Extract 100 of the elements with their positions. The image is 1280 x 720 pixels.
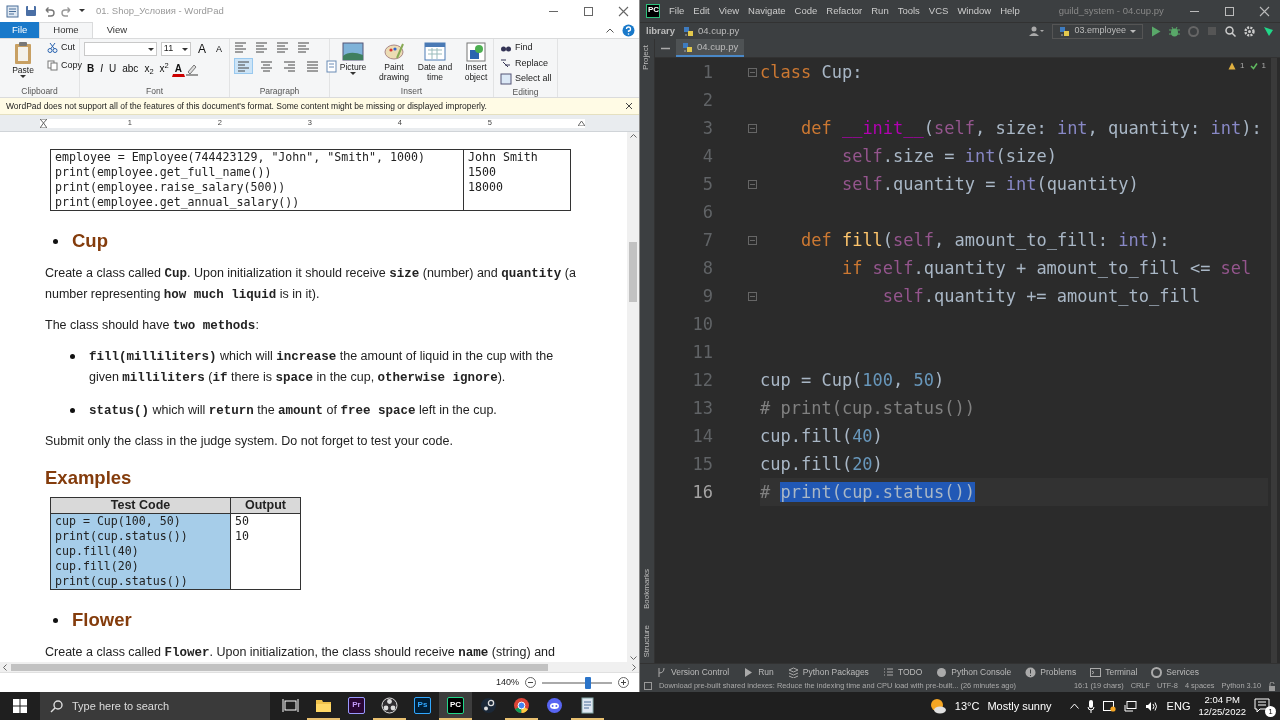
menu-item[interactable]: Refactor: [826, 3, 863, 19]
microphone-icon[interactable]: [1086, 699, 1095, 713]
text-style-button[interactable]: B: [84, 61, 98, 77]
menu-item[interactable]: View: [718, 3, 740, 19]
language-indicator[interactable]: ENG: [1166, 697, 1191, 715]
insert-date-button[interactable]: Date and time: [416, 41, 454, 85]
insert-picture-button[interactable]: Picture: [334, 41, 372, 85]
menu-item[interactable]: Tools: [897, 3, 920, 19]
menu-item[interactable]: Code: [794, 3, 818, 19]
menu-item[interactable]: Window: [957, 3, 992, 19]
shrink-font-button[interactable]: A: [213, 41, 225, 57]
ribbon-tab[interactable]: Home: [39, 22, 93, 38]
scroll-up-icon[interactable]: [629, 134, 637, 138]
font-name-field[interactable]: [84, 42, 157, 56]
font-size-field[interactable]: 11: [160, 42, 191, 56]
code-line: self.size = int(size): [841, 145, 1057, 168]
tool-window-button[interactable]: Python Packages: [787, 665, 869, 679]
file-menu-button[interactable]: File: [0, 22, 40, 38]
help-icon[interactable]: [622, 23, 635, 37]
fold-marker-icon[interactable]: [748, 123, 757, 133]
inspection-count[interactable]: 1: [1228, 60, 1245, 72]
menu-item[interactable]: File: [669, 3, 685, 19]
font-color-button[interactable]: A: [171, 61, 185, 77]
clock[interactable]: 2:04 PM 12/25/2022: [1198, 694, 1246, 718]
taskbar-app-button[interactable]: Ps: [406, 692, 439, 720]
paste-button[interactable]: Paste: [4, 41, 42, 85]
redo-icon[interactable]: [61, 5, 73, 17]
undo-icon[interactable]: [43, 5, 55, 17]
highlighter-icon[interactable]: [184, 62, 199, 76]
grow-font-button[interactable]: A: [194, 41, 209, 57]
settings-icon[interactable]: [1244, 25, 1255, 37]
inspection-count[interactable]: 1: [1249, 60, 1266, 72]
fold-marker-icon[interactable]: [748, 67, 757, 77]
taskbar-app-button[interactable]: PC: [439, 692, 472, 720]
tool-window-button[interactable]: Services: [1151, 665, 1199, 679]
text-style-button[interactable]: I: [97, 61, 106, 77]
network-icon[interactable]: [1123, 700, 1137, 712]
maximize-button[interactable]: [1224, 5, 1235, 17]
breadcrumb-item[interactable]: 04.cup.py: [683, 23, 740, 39]
search-icon[interactable]: [1225, 25, 1236, 37]
editor-tab[interactable]: 04.cup.py: [676, 39, 745, 57]
lock-icon[interactable]: [1268, 681, 1276, 691]
replace-button[interactable]: Replace: [498, 56, 553, 70]
fold-marker-icon[interactable]: [748, 291, 757, 301]
find-button[interactable]: Find: [498, 41, 553, 55]
tool-window-button[interactable]: Terminal: [1090, 665, 1138, 679]
zoom-out-button[interactable]: [525, 677, 536, 688]
menu-item[interactable]: Navigate: [748, 3, 786, 19]
close-button[interactable]: [1259, 5, 1270, 17]
text-style-button[interactable]: x$^{2}$: [156, 61, 172, 77]
bug-icon[interactable]: [1169, 25, 1180, 37]
zoom-slider-thumb[interactable]: [585, 676, 592, 689]
notification-icon[interactable]: [644, 682, 652, 690]
fold-marker-icon[interactable]: [748, 235, 757, 245]
scroll-down-icon[interactable]: [629, 656, 637, 660]
collapse-ribbon-icon[interactable]: [606, 27, 614, 33]
run-configuration-select[interactable]: 03.employee: [1052, 23, 1143, 39]
scroll-right-icon[interactable]: [632, 663, 636, 671]
indent-marker-icon[interactable]: [40, 118, 47, 128]
insert-paint-button[interactable]: Paint drawing: [375, 41, 413, 85]
close-button[interactable]: [618, 5, 629, 17]
scrollbar-thumb[interactable]: [629, 242, 637, 302]
tool-window-button[interactable]: Problems: [1025, 665, 1077, 679]
right-indent-marker-icon[interactable]: [578, 120, 585, 126]
tool-window-button[interactable]: Run: [743, 665, 774, 679]
taskbar-app-button[interactable]: Pr: [340, 692, 373, 720]
menu-item[interactable]: Edit: [693, 3, 710, 19]
scroll-left-icon[interactable]: [3, 663, 7, 671]
menu-item[interactable]: VCS: [928, 3, 949, 19]
horizontal-scrollbar[interactable]: [0, 662, 639, 672]
tool-window-button[interactable]: Python Console: [936, 665, 1012, 679]
text-style-button[interactable]: abc: [119, 61, 142, 77]
close-icon[interactable]: [625, 102, 633, 110]
search-field[interactable]: Type here to search: [40, 692, 270, 720]
menu-item[interactable]: Run: [871, 3, 889, 19]
breadcrumb-item[interactable]: library: [646, 23, 676, 39]
vertical-scrollbar[interactable]: [627, 132, 639, 662]
user-icon[interactable]: [1029, 26, 1045, 36]
text-style-button[interactable]: x$_{2}$: [141, 61, 157, 77]
save-icon[interactable]: [25, 5, 37, 17]
select-all-button[interactable]: Select all: [498, 72, 553, 86]
text-style-button[interactable]: U: [106, 61, 120, 77]
scrollbar-thumb[interactable]: [11, 663, 548, 671]
cut-button[interactable]: Cut: [45, 41, 84, 55]
run-icon[interactable]: [1151, 25, 1161, 37]
fold-marker-icon[interactable]: [748, 179, 757, 189]
tool-window-button[interactable]: Version Control: [656, 665, 730, 679]
tool-window-tab[interactable]: Project: [640, 45, 652, 70]
ribbon-tab[interactable]: View: [92, 22, 142, 38]
maximize-button[interactable]: [583, 5, 594, 17]
tool-window-tab[interactable]: Bookmarks: [641, 568, 653, 609]
show-hidden-icons-icon[interactable]: [1069, 703, 1079, 709]
zoom-in-button[interactable]: [618, 677, 629, 688]
insert-object-button[interactable]: Insert object: [457, 41, 495, 85]
tool-window-button[interactable]: TODO: [882, 665, 923, 679]
copy-button[interactable]: Copy: [45, 58, 84, 72]
tool-window-tab[interactable]: Structure: [641, 624, 653, 657]
customize-caret-icon[interactable]: [79, 9, 86, 13]
menu-item[interactable]: Help: [1000, 3, 1020, 19]
volume-icon[interactable]: [1144, 700, 1159, 712]
